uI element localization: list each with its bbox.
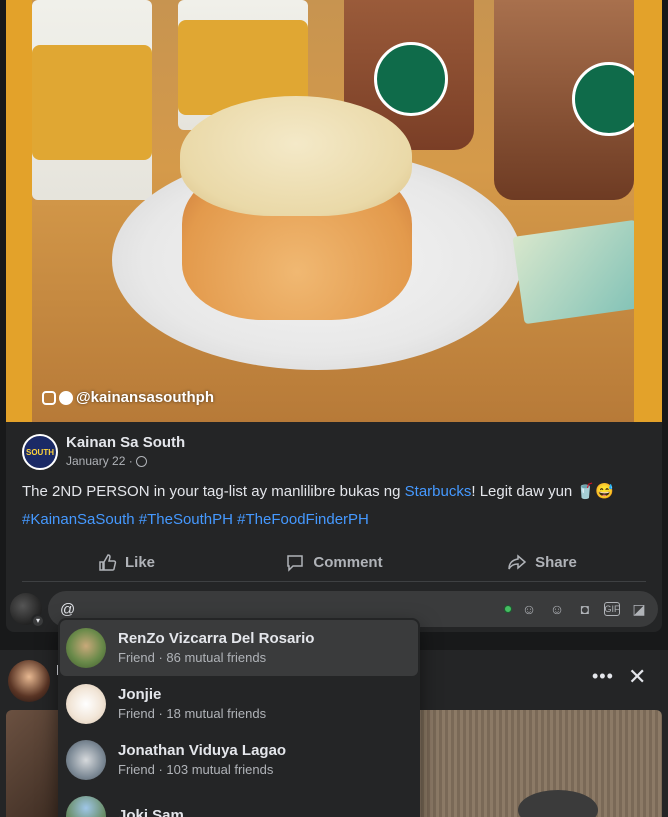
watermark-text: @kainansasouthph: [76, 389, 214, 406]
instagram-icon: [42, 390, 56, 405]
comment-button[interactable]: Comment: [230, 544, 438, 581]
post-hashtags[interactable]: #KainanSaSouth #TheSouthPH #TheFoodFinde…: [22, 510, 369, 530]
photo-watermark: @kainansasouthph: [42, 389, 214, 406]
mention-option[interactable]: Jonjie Friend · 18 mutual friends: [58, 676, 420, 732]
post-actions: Like Comment Share: [22, 544, 646, 582]
starbucks-link[interactable]: Starbucks: [405, 483, 472, 500]
cup-decor: [32, 0, 152, 200]
page: @kainansasouthph SOUTH Kainan Sa South J…: [0, 0, 668, 817]
mention-name: Jonjie: [118, 686, 162, 703]
comment-icon: [287, 554, 304, 572]
page-avatar[interactable]: SOUTH: [22, 434, 58, 470]
facebook-icon: [59, 390, 73, 405]
post-date[interactable]: January 22 ·: [66, 452, 133, 470]
camera-icon[interactable]: ◘: [576, 600, 594, 618]
mention-suggestions: RenZo Vizcarra Del Rosario Friend · 86 m…: [58, 618, 420, 817]
mention-mutuals: Friend · 103 mutual friends: [118, 762, 274, 777]
post-header: SOUTH Kainan Sa South January 22 ·: [22, 434, 185, 470]
mention-option[interactable]: Joki Sam: [58, 788, 420, 817]
cup-decor: [494, 0, 634, 200]
post-text-end: ! Legit daw yun 🥤😅: [471, 483, 614, 500]
share-button[interactable]: Share: [438, 544, 646, 581]
comment-input-text: @: [60, 600, 76, 618]
comment-tools: ☺ ☺ ◘ GIF ◪: [504, 600, 648, 618]
next-post-avatar[interactable]: [8, 660, 50, 702]
next-post-photo[interactable]: [6, 710, 66, 817]
avatar: [66, 740, 106, 780]
post-photo[interactable]: @kainansasouthph: [6, 0, 662, 422]
gif-icon[interactable]: GIF: [604, 602, 620, 616]
avatar: [66, 796, 106, 817]
mention-name: Joki Sam: [118, 807, 184, 817]
page-avatar-text: SOUTH: [26, 447, 54, 457]
post-card: @kainansasouthph SOUTH Kainan Sa South J…: [6, 0, 662, 632]
more-options-icon[interactable]: •••: [592, 666, 614, 687]
avatar-sticker-icon[interactable]: ☺: [520, 600, 538, 618]
close-icon[interactable]: ✕: [628, 664, 646, 690]
mention-name: Jonathan Viduya Lagao: [118, 742, 287, 759]
like-button[interactable]: Like: [22, 544, 230, 581]
mention-mutuals: Friend · 18 mutual friends: [118, 706, 267, 721]
post-body: The 2ND PERSON in your tag-list ay manli…: [22, 482, 652, 502]
share-label: Share: [535, 554, 577, 571]
mention-option[interactable]: RenZo Vizcarra Del Rosario Friend · 86 m…: [60, 620, 418, 676]
mention-option[interactable]: Jonathan Viduya Lagao Friend · 103 mutua…: [58, 732, 420, 788]
icing-decor: [180, 96, 412, 216]
thumbs-up-icon: [99, 553, 117, 571]
comment-label: Comment: [313, 554, 383, 571]
next-post-photo[interactable]: [418, 710, 662, 817]
photo-content: @kainansasouthph: [32, 0, 634, 422]
avatar: [66, 684, 106, 724]
chevron-down-icon[interactable]: ▾: [31, 614, 45, 628]
grammar-indicator-icon: [504, 605, 512, 613]
my-avatar[interactable]: ▾: [10, 593, 45, 628]
like-label: Like: [124, 554, 155, 571]
post-text: The 2ND PERSON in your tag-list ay manli…: [22, 483, 405, 500]
page-name[interactable]: Kainan Sa South: [66, 434, 185, 452]
emoji-icon[interactable]: ☺: [548, 600, 566, 618]
mention-name: RenZo Vizcarra Del Rosario: [118, 630, 315, 647]
gift-card-decor: [512, 219, 634, 325]
sticker-icon[interactable]: ◪: [630, 600, 648, 618]
globe-icon: [135, 455, 147, 467]
share-icon: [508, 553, 527, 570]
avatar: [66, 628, 106, 668]
post-timestamp: January 22 ·: [66, 452, 185, 470]
mention-mutuals: Friend · 86 mutual friends: [118, 650, 267, 665]
